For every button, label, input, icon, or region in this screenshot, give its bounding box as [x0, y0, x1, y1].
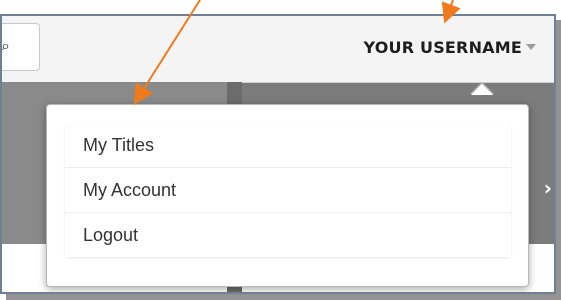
menu-item-my-account[interactable]: My Account — [65, 167, 511, 212]
screenshot-frame: ⌕ YOUR USERNAME › My Titles My Account L… — [0, 14, 556, 294]
user-dropdown-menu: My Titles My Account Logout — [46, 104, 529, 287]
menu-item-logout[interactable]: Logout — [65, 212, 511, 257]
search-button[interactable]: ⌕ — [1, 23, 40, 71]
chevron-down-icon[interactable] — [526, 44, 536, 50]
top-bar: ⌕ YOUR USERNAME — [2, 16, 554, 83]
username-menu-toggle[interactable]: YOUR USERNAME — [364, 38, 523, 57]
dropdown-pointer-fill — [471, 84, 493, 95]
menu-item-my-titles[interactable]: My Titles — [65, 123, 511, 167]
dropdown-list: My Titles My Account Logout — [65, 123, 511, 257]
chevron-right-icon[interactable]: › — [544, 176, 552, 200]
search-icon: ⌕ — [1, 36, 10, 55]
